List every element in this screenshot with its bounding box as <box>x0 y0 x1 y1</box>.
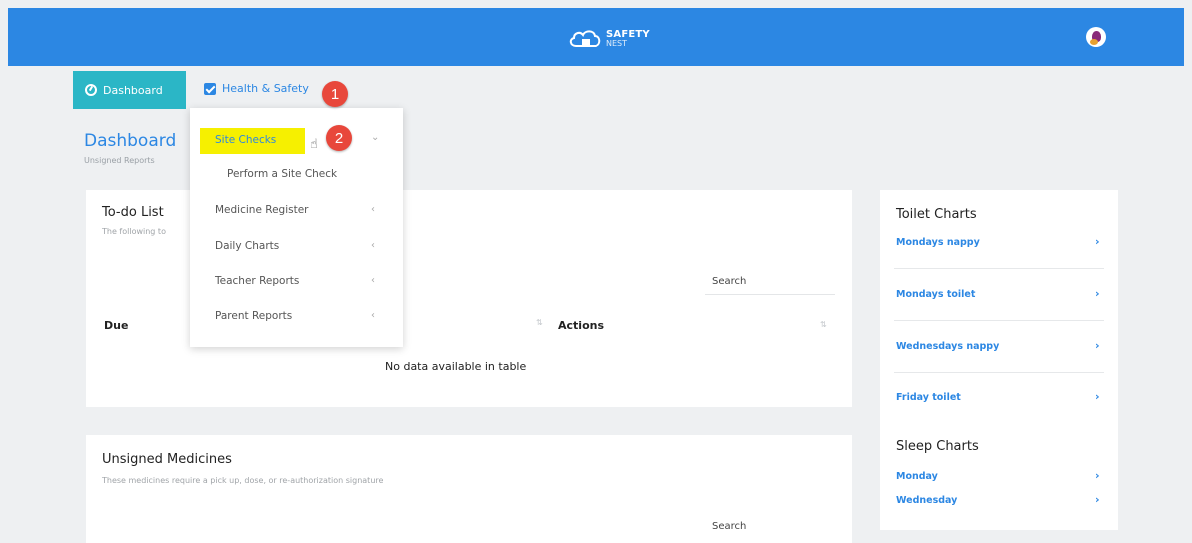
chevron-right-icon[interactable]: › <box>1095 469 1100 482</box>
sleep-chart-link[interactable]: Monday <box>896 471 938 482</box>
page-title: Dashboard <box>84 131 177 151</box>
nav-dashboard-button[interactable]: Dashboard <box>73 71 186 109</box>
menu-item-teacher-reports[interactable]: Teacher Reports <box>215 275 299 287</box>
chevron-right-icon[interactable]: › <box>1095 287 1100 300</box>
chevron-down-icon[interactable]: ⌄ <box>371 132 379 143</box>
toilet-chart-link[interactable]: Mondays nappy <box>896 237 980 248</box>
divider <box>894 320 1104 321</box>
empty-table-message: No data available in table <box>385 360 527 373</box>
chevron-right-icon[interactable]: › <box>1095 390 1100 403</box>
chevron-right-icon[interactable]: › <box>1095 235 1100 248</box>
sort-icon[interactable]: ⇅ <box>820 320 827 329</box>
chevron-left-icon: ‹ <box>371 204 375 215</box>
chevron-right-icon[interactable]: › <box>1095 339 1100 352</box>
cloud-logo-icon <box>569 30 601 47</box>
menu-item-parent-reports[interactable]: Parent Reports <box>215 310 292 322</box>
step-badge-2: 2 <box>326 125 352 151</box>
divider <box>894 268 1104 269</box>
menu-item-daily-charts[interactable]: Daily Charts <box>215 240 279 252</box>
menu-item-site-checks[interactable]: Site Checks <box>215 134 276 146</box>
dashboard-gauge-icon <box>85 84 97 96</box>
todo-search-label: Search <box>712 276 747 287</box>
todo-title: To-do List <box>102 205 164 220</box>
nav-health-label: Health & Safety <box>222 82 309 95</box>
sleep-chart-link[interactable]: Wednesday <box>896 495 957 506</box>
chevron-left-icon: ‹ <box>371 275 375 286</box>
hand-cursor-icon: ☝ <box>310 137 318 152</box>
sleep-charts-title: Sleep Charts <box>896 439 979 454</box>
top-bar: SAFETY NEST <box>8 8 1184 66</box>
logo-subtitle: NEST <box>606 39 628 48</box>
medicines-subtitle: These medicines require a pick up, dose,… <box>102 476 384 485</box>
toilet-chart-link[interactable]: Wednesdays nappy <box>896 341 999 352</box>
column-header-due[interactable]: Due <box>104 319 128 332</box>
toilet-chart-link[interactable]: Friday toilet <box>896 392 961 403</box>
user-avatar[interactable] <box>1086 27 1106 47</box>
page-subtitle: Unsigned Reports <box>84 156 155 165</box>
todo-search-input[interactable] <box>705 294 835 295</box>
nav-dashboard-label: Dashboard <box>103 83 163 97</box>
toilet-chart-link[interactable]: Mondays toilet <box>896 289 975 300</box>
medicines-title: Unsigned Medicines <box>102 452 232 467</box>
safety-nest-logo[interactable]: SAFETY NEST <box>568 28 650 50</box>
menu-item-perform-site-check[interactable]: Perform a Site Check <box>227 168 337 180</box>
menu-item-medicine-register[interactable]: Medicine Register <box>215 204 308 216</box>
divider <box>894 372 1104 373</box>
chevron-left-icon: ‹ <box>371 310 375 321</box>
medicines-search-label: Search <box>712 521 747 532</box>
sort-icon[interactable]: ⇅ <box>536 318 543 327</box>
column-header-actions[interactable]: Actions <box>558 319 604 332</box>
chevron-left-icon: ‹ <box>371 240 375 251</box>
chevron-right-icon[interactable]: › <box>1095 493 1100 506</box>
nav-health-safety-menu[interactable]: Health & Safety <box>204 82 309 95</box>
todo-subtitle: The following to <box>102 227 166 236</box>
step-badge-1: 1 <box>322 81 348 107</box>
checkbox-icon <box>204 82 216 95</box>
toilet-charts-title: Toilet Charts <box>896 207 977 222</box>
